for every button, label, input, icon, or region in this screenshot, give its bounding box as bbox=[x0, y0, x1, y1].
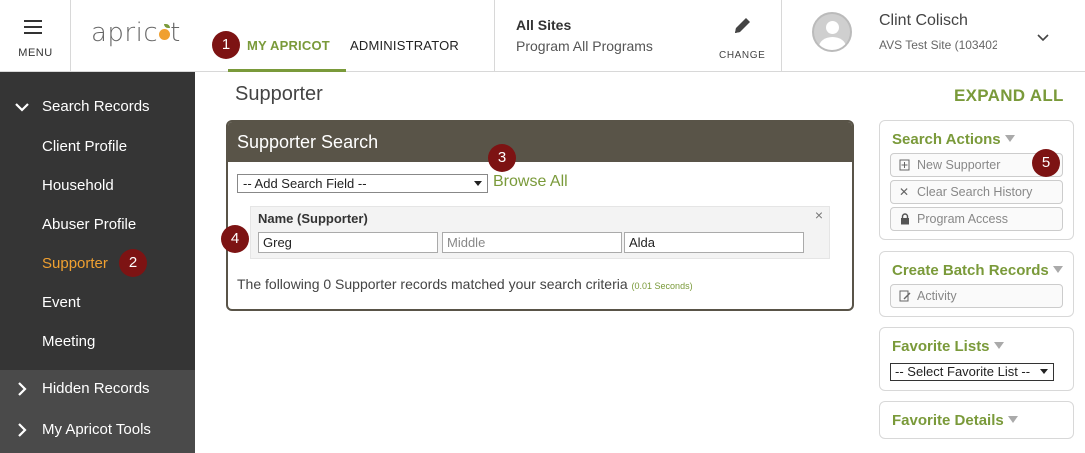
chevron-down-icon bbox=[15, 103, 29, 112]
sidebar-section-search-records[interactable]: Search Records bbox=[0, 88, 195, 128]
supporter-search-panel: Supporter Search -- Add Search Field -- … bbox=[226, 120, 854, 311]
create-batch-records-box: Create Batch Records Activity bbox=[879, 251, 1074, 317]
chevron-right-icon bbox=[18, 423, 27, 437]
change-button[interactable]: CHANGE bbox=[719, 50, 765, 61]
favorite-lists-box: Favorite Lists -- Select Favorite List -… bbox=[879, 327, 1074, 391]
last-name-input[interactable] bbox=[624, 232, 804, 253]
apricot-logo[interactable]: apric t bbox=[91, 18, 181, 48]
callout-badge-4: 4 bbox=[221, 225, 249, 253]
clear-search-history-button[interactable]: ✕ Clear Search History bbox=[890, 180, 1063, 204]
caret-down-icon bbox=[1052, 266, 1063, 273]
sidebar-item-abuser-profile[interactable]: Abuser Profile bbox=[42, 216, 136, 233]
dropdown-caret-icon bbox=[1040, 369, 1048, 374]
criteria-label: Name (Supporter) bbox=[258, 211, 368, 226]
caret-down-icon bbox=[1004, 135, 1015, 142]
user-name: Clint Colisch bbox=[879, 12, 968, 29]
tab-administrator[interactable]: ADMINISTRATOR bbox=[350, 38, 459, 53]
avatar bbox=[812, 12, 852, 52]
sidebar-item-household[interactable]: Household bbox=[42, 177, 114, 194]
sidebar-item-event[interactable]: Event bbox=[42, 294, 80, 311]
menu-button[interactable]: MENU bbox=[0, 0, 71, 72]
chevron-down-icon[interactable] bbox=[1037, 34, 1049, 42]
search-actions-box: Search Actions New Supporter ✕ Clear Sea… bbox=[879, 120, 1074, 240]
chevron-right-icon bbox=[18, 382, 27, 396]
favorite-details-header[interactable]: Favorite Details bbox=[892, 412, 1018, 429]
program-access-button[interactable]: Program Access bbox=[890, 207, 1063, 231]
edit-doc-icon bbox=[899, 290, 911, 302]
middle-name-input[interactable] bbox=[442, 232, 622, 253]
result-summary: The following 0 Supporter records matche… bbox=[237, 276, 693, 292]
sidebar-item-client-profile[interactable]: Client Profile bbox=[42, 138, 127, 155]
page-title: Supporter bbox=[235, 83, 323, 105]
result-time: (0.01 Seconds) bbox=[631, 281, 693, 291]
apricot-fruit-icon bbox=[159, 24, 171, 40]
tab-my-apricot[interactable]: MY APRICOT bbox=[247, 38, 330, 53]
callout-badge-3: 3 bbox=[488, 144, 516, 172]
top-bar: MENU apric t MY APRICOT ADMINISTRATOR All… bbox=[0, 0, 1085, 72]
user-site: AVS Test Site (103402) bbox=[879, 38, 997, 52]
sites-program: Program All Programs bbox=[516, 38, 653, 54]
favorite-details-box: Favorite Details bbox=[879, 401, 1074, 439]
caret-down-icon bbox=[993, 342, 1004, 349]
x-icon: ✕ bbox=[899, 185, 910, 199]
pencil-icon[interactable] bbox=[731, 15, 753, 37]
site-selector: All Sites Program All Programs CHANGE bbox=[494, 0, 782, 72]
active-tab-underline bbox=[228, 69, 346, 72]
callout-badge-1: 1 bbox=[212, 31, 240, 59]
add-search-field-select[interactable]: -- Add Search Field -- bbox=[237, 174, 488, 193]
new-doc-icon bbox=[899, 159, 911, 171]
sites-title: All Sites bbox=[516, 17, 572, 33]
activity-button[interactable]: Activity bbox=[890, 284, 1063, 308]
expand-all-link[interactable]: EXPAND ALL bbox=[954, 86, 1064, 106]
browse-all-link[interactable]: Browse All bbox=[493, 173, 568, 191]
sidebar-section-hidden-records[interactable]: Hidden Records bbox=[0, 370, 195, 410]
favorite-list-select[interactable]: -- Select Favorite List -- bbox=[890, 363, 1054, 381]
sidebar-item-supporter[interactable]: Supporter bbox=[42, 255, 108, 272]
first-name-input[interactable] bbox=[258, 232, 438, 253]
sidebar-item-meeting[interactable]: Meeting bbox=[42, 333, 95, 350]
callout-badge-5: 5 bbox=[1032, 149, 1060, 177]
search-actions-header[interactable]: Search Actions bbox=[892, 131, 1015, 148]
hamburger-icon bbox=[24, 20, 42, 38]
menu-label: MENU bbox=[18, 47, 53, 59]
name-criteria-row: Name (Supporter) × bbox=[250, 206, 830, 259]
callout-badge-2: 2 bbox=[119, 249, 147, 277]
sidebar: Search Records Client Profile Household … bbox=[0, 72, 195, 453]
lock-icon bbox=[899, 213, 911, 225]
favorite-lists-header[interactable]: Favorite Lists bbox=[892, 338, 1004, 355]
sidebar-section-my-apricot-tools[interactable]: My Apricot Tools bbox=[0, 411, 195, 451]
dropdown-caret-icon bbox=[474, 181, 482, 186]
create-batch-records-header[interactable]: Create Batch Records bbox=[892, 262, 1063, 279]
user-menu[interactable]: Clint Colisch AVS Test Site (103402) bbox=[782, 0, 1085, 72]
panel-title: Supporter Search bbox=[228, 122, 852, 162]
caret-down-icon bbox=[1007, 416, 1018, 423]
remove-criteria-icon[interactable]: × bbox=[815, 207, 823, 223]
